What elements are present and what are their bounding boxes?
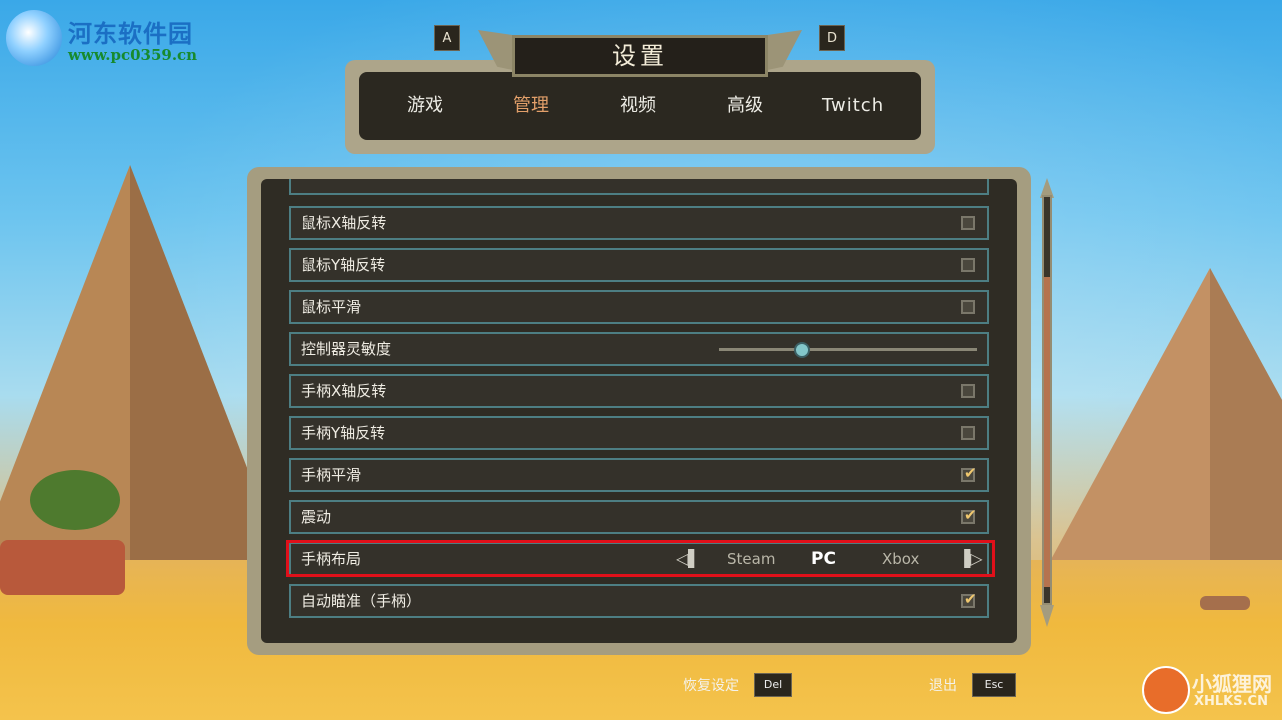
scrollbar[interactable] xyxy=(1042,195,1052,605)
checkbox[interactable] xyxy=(961,300,975,314)
small-rock xyxy=(1200,596,1250,610)
exit-key-button[interactable]: Esc xyxy=(972,673,1016,697)
watermark-br-title: 小狐狸网 xyxy=(1192,672,1272,696)
tab-game[interactable]: 游戏 xyxy=(407,92,443,120)
watermark-title: 河东软件园 xyxy=(68,19,193,48)
checkmark-icon: ✔ xyxy=(964,590,977,608)
slider-handle[interactable] xyxy=(793,342,810,358)
checkbox[interactable] xyxy=(961,216,975,230)
settings-panel: 鼠标X轴反转 鼠标Y轴反转 鼠标平滑 控制器灵敏度 手柄X轴反转 手柄Y轴反转 … xyxy=(247,167,1031,655)
checkmark-icon: ✔ xyxy=(964,464,977,482)
site-logo-icon xyxy=(6,10,62,66)
setting-row-mouse-smoothing[interactable]: 鼠标平滑 xyxy=(289,290,989,324)
sensitivity-slider[interactable] xyxy=(719,342,977,358)
fox-logo-icon xyxy=(1142,666,1190,714)
checkmark-icon: ✔ xyxy=(964,506,977,524)
checkbox[interactable] xyxy=(961,384,975,398)
setting-row-mouse-invert-y[interactable]: 鼠标Y轴反转 xyxy=(289,248,989,282)
next-tab-key[interactable]: D xyxy=(819,25,845,51)
setting-label: 手柄X轴反转 xyxy=(301,382,387,400)
checkbox[interactable]: ✔ xyxy=(961,506,977,524)
setting-label: 鼠标X轴反转 xyxy=(301,214,387,232)
setting-row-mouse-invert-x[interactable]: 鼠标X轴反转 xyxy=(289,206,989,240)
setting-row-controller-sensitivity[interactable]: 控制器灵敏度 xyxy=(289,332,989,366)
page-title: 设置 xyxy=(612,42,668,70)
setting-row-auto-aim[interactable]: 自动瞄准（手柄） ✔ xyxy=(289,584,989,618)
highlight-annotation-box xyxy=(286,540,995,577)
scrollbar-thumb[interactable] xyxy=(1044,277,1050,587)
tab-advanced[interactable]: 高级 xyxy=(727,92,763,120)
setting-row-pad-invert-x[interactable]: 手柄X轴反转 xyxy=(289,374,989,408)
setting-row-pad-invert-y[interactable]: 手柄Y轴反转 xyxy=(289,416,989,450)
exit-label: 退出 xyxy=(929,678,957,694)
tab-twitch[interactable]: Twitch xyxy=(822,92,884,120)
setting-label: 自动瞄准（手柄） xyxy=(301,592,422,610)
watermark-bottom-right: 小狐狸网 XHLKS.CN xyxy=(1142,660,1282,720)
setting-label: 震动 xyxy=(301,508,332,526)
right-pyramid-shade xyxy=(1210,268,1282,598)
checkbox[interactable] xyxy=(961,426,975,440)
watermark-top-left: 河东软件园 www.pc0359.cn xyxy=(6,8,256,70)
tab-video[interactable]: 视频 xyxy=(620,92,656,120)
palm-bush xyxy=(30,470,120,530)
red-rock xyxy=(0,540,125,595)
prev-tab-key[interactable]: A xyxy=(434,25,460,51)
reset-key-button[interactable]: Del xyxy=(754,673,792,697)
setting-label: 手柄Y轴反转 xyxy=(301,424,386,442)
clipped-row-above xyxy=(289,179,989,195)
setting-row-vibration[interactable]: 震动 ✔ xyxy=(289,500,989,534)
setting-label: 控制器灵敏度 xyxy=(301,340,392,358)
tab-controls[interactable]: 管理 xyxy=(513,92,549,120)
checkbox[interactable]: ✔ xyxy=(961,590,977,608)
setting-label: 手柄平滑 xyxy=(301,466,362,484)
tab-bar-inner: 游戏 管理 视频 高级 Twitch xyxy=(359,72,921,140)
checkbox[interactable]: ✔ xyxy=(961,464,977,482)
watermark-url: www.pc0359.cn xyxy=(68,46,198,64)
title-plate: 设置 xyxy=(512,35,768,77)
checkbox[interactable] xyxy=(961,258,975,272)
watermark-br-sub: XHLKS.CN xyxy=(1194,694,1268,709)
setting-label: 鼠标平滑 xyxy=(301,298,362,316)
setting-row-pad-smoothing[interactable]: 手柄平滑 ✔ xyxy=(289,458,989,492)
reset-label: 恢复设定 xyxy=(683,678,739,694)
setting-label: 鼠标Y轴反转 xyxy=(301,256,386,274)
